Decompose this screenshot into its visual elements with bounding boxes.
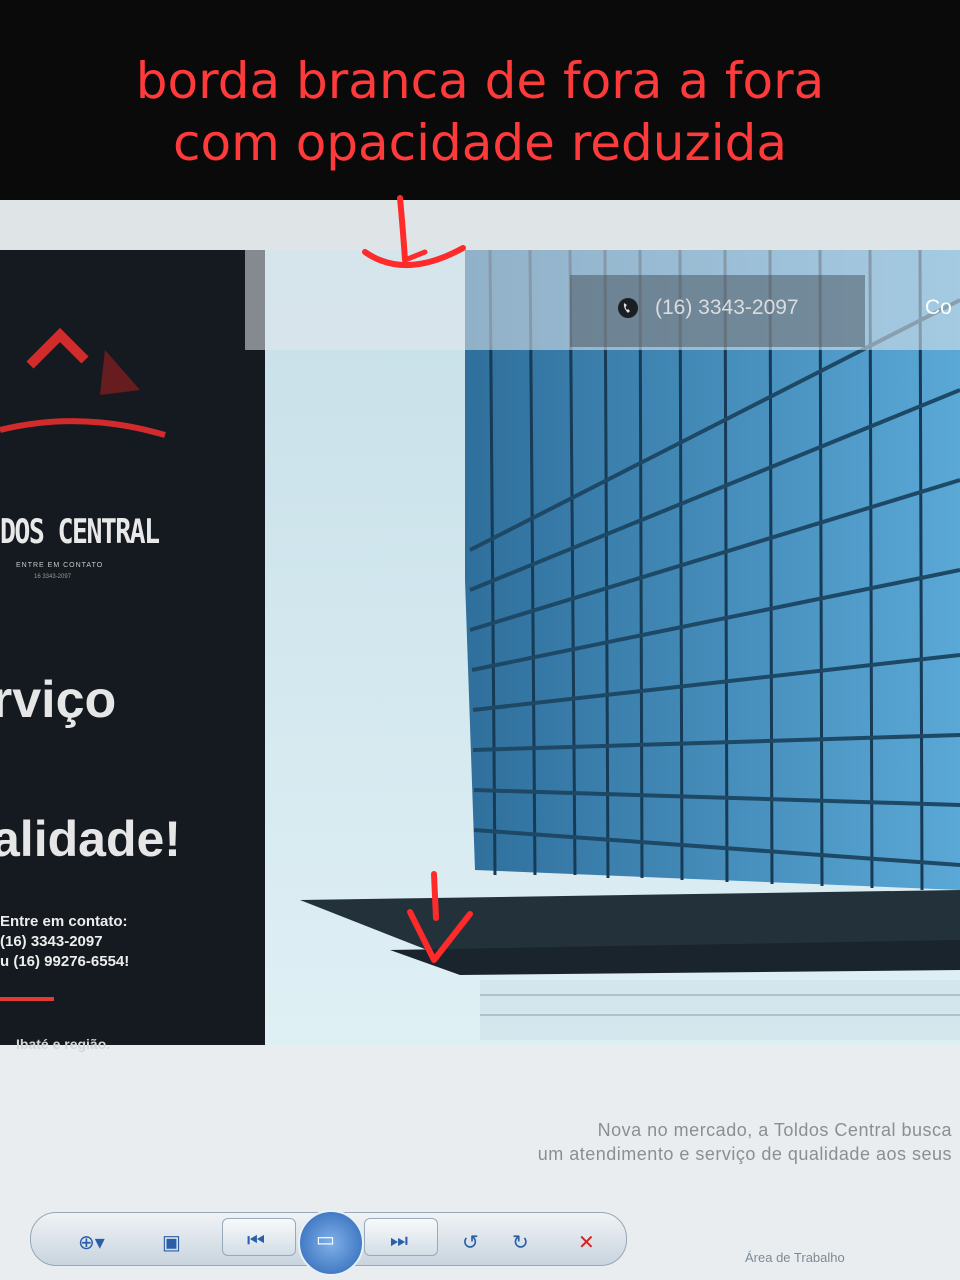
fit-icon[interactable]: ▣ (162, 1230, 181, 1255)
annotation-text: borda branca de fora a fora com opacidad… (0, 50, 960, 174)
hero-headline-2: alidade! (0, 811, 181, 867)
brand-phone: 16 3343-2097 (34, 574, 72, 580)
hero-building-image (240, 250, 960, 1045)
delete-icon[interactable]: ✕ (578, 1230, 595, 1255)
contact-phone-2: u (16) 99276-6554! (0, 953, 130, 970)
annotation-line-2: com opacidade reduzida (173, 114, 787, 172)
phone-icon (618, 298, 638, 318)
rotate-left-icon[interactable]: ↺ (462, 1230, 479, 1255)
previous-icon[interactable]: ⏮ (247, 1230, 265, 1253)
monitor-screen: DOS CENTRAL ENTRE EM CONTATO 16 3343-209… (0, 200, 960, 1280)
hero-headline-1: rviço (0, 671, 117, 729)
contact-phone-1: (16) 3343-2097 (0, 933, 103, 950)
top-white-border (0, 200, 960, 250)
header-phone-link[interactable]: (16) 3343-2097 (655, 296, 799, 320)
accent-divider (0, 997, 54, 1001)
annotation-arrow-top-icon (362, 195, 466, 269)
brand-name: DOS CENTRAL (0, 512, 160, 552)
brand-tagline: ENTRE EM CONTATO (16, 562, 104, 569)
sidebar-panel: DOS CENTRAL ENTRE EM CONTATO 16 3343-209… (0, 250, 265, 1052)
intro-line-2: um atendimento e serviço de qualidade ao… (537, 1144, 952, 1164)
intro-text: Nova no mercado, a Toldos Central busca … (538, 1118, 952, 1166)
intro-line-1: Nova no mercado, a Toldos Central busca (597, 1120, 952, 1140)
rotate-right-icon[interactable]: ↻ (512, 1230, 529, 1255)
next-icon[interactable]: ⏭ (390, 1230, 408, 1253)
service-region: Ibaté e região. (16, 1036, 111, 1052)
contact-title: Entre em contato: (0, 913, 128, 930)
logo-roof-icon (0, 327, 166, 438)
zoom-icon[interactable]: ⊕▾ (78, 1230, 105, 1255)
taskbar-desktop-label[interactable]: Área de Trabalho (745, 1250, 845, 1265)
annotation-arrow-bottom-icon (407, 871, 473, 963)
header-contact-link[interactable]: Co (925, 296, 952, 320)
contact-block: Entre em contato: (16) 3343-2097 u (16) … (0, 912, 129, 972)
annotation-line-1: borda branca de fora a fora (135, 52, 825, 110)
slideshow-icon[interactable]: ▭ (316, 1227, 335, 1252)
